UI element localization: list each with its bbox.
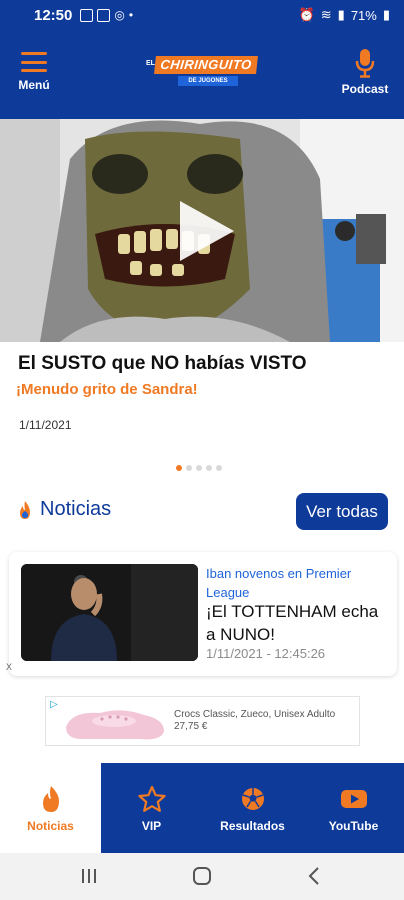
ad-text: Crocs Classic, Zueco, Unisex Adulto 27,7… (174, 709, 335, 733)
logo-sub: DE JUGONES (178, 76, 238, 86)
nav-tab-noticias[interactable]: Noticias (0, 763, 101, 853)
nav-tab-vip[interactable]: VIP (101, 763, 202, 853)
whatsapp-icon: ◎ (114, 8, 125, 22)
news-thumbnail (21, 564, 198, 661)
carousel-dot[interactable] (216, 465, 222, 471)
play-icon[interactable] (176, 199, 236, 263)
dot-icon: • (128, 8, 134, 22)
soccer-ball-icon (241, 788, 264, 810)
nav-label-resultados: Resultados (220, 819, 285, 833)
bottom-navigation: Noticias VIP Resultados YouTube (0, 763, 404, 853)
gallery-icon (80, 8, 94, 22)
logo-main: CHIRINGUITO (154, 56, 258, 74)
nav-label-youtube: YouTube (328, 819, 379, 833)
ad-banner[interactable]: ▷ Crocs Classic, Zueco, Unisex Adulto 27… (45, 696, 360, 746)
featured-subheadline: ¡Menudo grito de Sandra! (16, 381, 198, 398)
download-icon (97, 8, 111, 22)
battery-icon: ▮ (382, 7, 390, 22)
news-section-header: Noticias (18, 498, 111, 521)
star-icon (137, 785, 166, 812)
news-card[interactable]: Iban novenos en Premier League ¡El TOTTE… (9, 552, 397, 676)
ad-product-image (66, 710, 164, 740)
nav-label-noticias: Noticias (27, 819, 74, 833)
app-logo: EL CHIRINGUITO DE JUGONES (146, 56, 258, 90)
featured-date: 1/11/2021 (19, 418, 72, 432)
recent-apps-icon[interactable] (80, 865, 98, 887)
news-section-title: Noticias (40, 498, 112, 520)
wifi-icon: ≋ (320, 7, 332, 22)
menu-button[interactable]: Menú (12, 52, 56, 92)
status-right: ⏰ ≋ ▮ 71% ▮ (299, 7, 390, 23)
menu-label: Menú (18, 78, 50, 92)
news-kicker: Iban novenos en Premier League (206, 566, 352, 600)
carousel-dot[interactable] (176, 465, 182, 471)
nav-tab-resultados[interactable]: Resultados (202, 763, 303, 853)
news-title[interactable]: ¡El TOTTENHAM echa a NUNO! (206, 600, 390, 646)
carousel-dot[interactable] (196, 465, 202, 471)
ad-close-button[interactable]: X (6, 662, 12, 672)
flame-icon (42, 786, 59, 812)
status-bar: 12:50 ◎ • ⏰ ≋ ▮ 71% ▮ (0, 0, 404, 30)
news-date: 1/11/2021 - 12:45:26 (206, 646, 326, 661)
app-header: Menú EL CHIRINGUITO DE JUGONES Podcast (0, 30, 404, 119)
news-image (21, 564, 198, 661)
alarm-icon: ⏰ (298, 7, 315, 22)
featured-video[interactable] (0, 119, 404, 342)
nav-label-vip: VIP (141, 819, 162, 833)
see-all-button[interactable]: Ver todas (296, 493, 388, 530)
battery-level: 71% (350, 7, 377, 23)
system-navigation-bar (0, 853, 404, 900)
logo-prefix: EL (146, 60, 155, 67)
signal-icon: ▮ (337, 7, 345, 22)
notification-icons: ◎ • (80, 8, 133, 22)
ad-product-price: 27,75 € (174, 721, 208, 732)
home-icon[interactable] (191, 865, 213, 887)
carousel-dot[interactable] (186, 465, 192, 471)
carousel-dots[interactable] (176, 465, 222, 471)
carousel-dot[interactable] (206, 465, 212, 471)
youtube-icon (340, 790, 367, 808)
podcast-label: Podcast (341, 82, 389, 96)
featured-headline[interactable]: El SUSTO que NO habías VISTO (18, 353, 307, 375)
back-icon[interactable] (306, 865, 322, 887)
microphone-icon (355, 49, 375, 78)
nav-tab-youtube[interactable]: YouTube (303, 763, 404, 853)
podcast-button[interactable]: Podcast (338, 48, 392, 96)
flame-icon (20, 500, 30, 519)
hamburger-icon (21, 52, 47, 72)
status-time: 12:50 (34, 6, 73, 24)
ad-product-name: Crocs Classic, Zueco, Unisex Adulto (174, 709, 336, 720)
